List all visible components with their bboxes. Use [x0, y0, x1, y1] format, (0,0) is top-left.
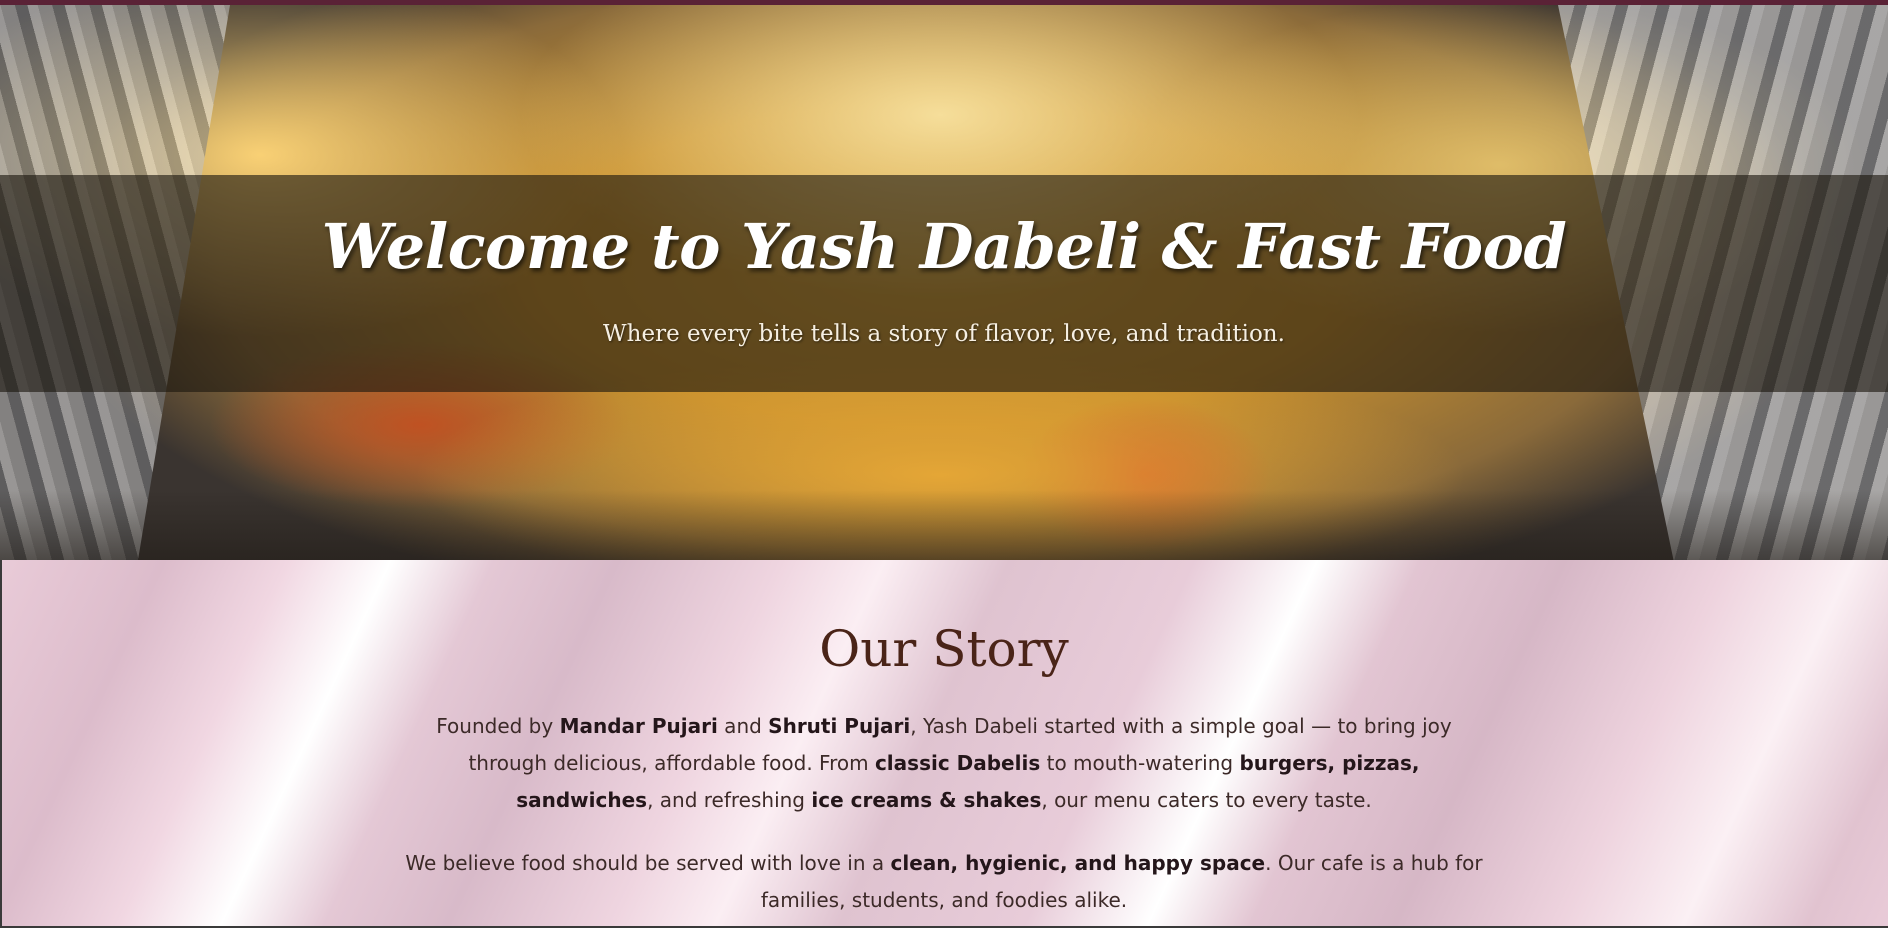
hero-image-shade [0, 490, 1888, 560]
story-paragraph-1: Founded by Mandar Pujari and Shruti Puja… [404, 708, 1484, 819]
founder-name-mandar: Mandar Pujari [559, 714, 718, 738]
hero-subtitle: Where every bite tells a story of flavor… [603, 321, 1285, 347]
story-heading: Our Story [819, 620, 1069, 678]
story-text: to mouth-watering [1040, 751, 1240, 775]
hero-title: Welcome to Yash Dabeli & Fast Food [321, 210, 1567, 283]
story-text: Founded by [436, 714, 560, 738]
hero-overlay-band [0, 175, 1888, 392]
story-text: , and refreshing [647, 788, 812, 812]
founder-name-shruti: Shruti Pujari [768, 714, 911, 738]
hero-section: Welcome to Yash Dabeli & Fast Food Where… [0, 5, 1888, 560]
highlight-clean-space: clean, hygienic, and happy space [890, 851, 1266, 875]
story-text: We believe food should be served with lo… [405, 851, 891, 875]
highlight-ice-creams: ice creams & shakes [811, 788, 1042, 812]
highlight-classic-dabelis: classic Dabelis [874, 751, 1041, 775]
story-text: and [717, 714, 769, 738]
story-paragraph-2: We believe food should be served with lo… [404, 845, 1484, 919]
story-text: , our menu caters to every taste. [1041, 788, 1372, 812]
our-story-section: Our Story Founded by Mandar Pujari and S… [0, 560, 1888, 928]
